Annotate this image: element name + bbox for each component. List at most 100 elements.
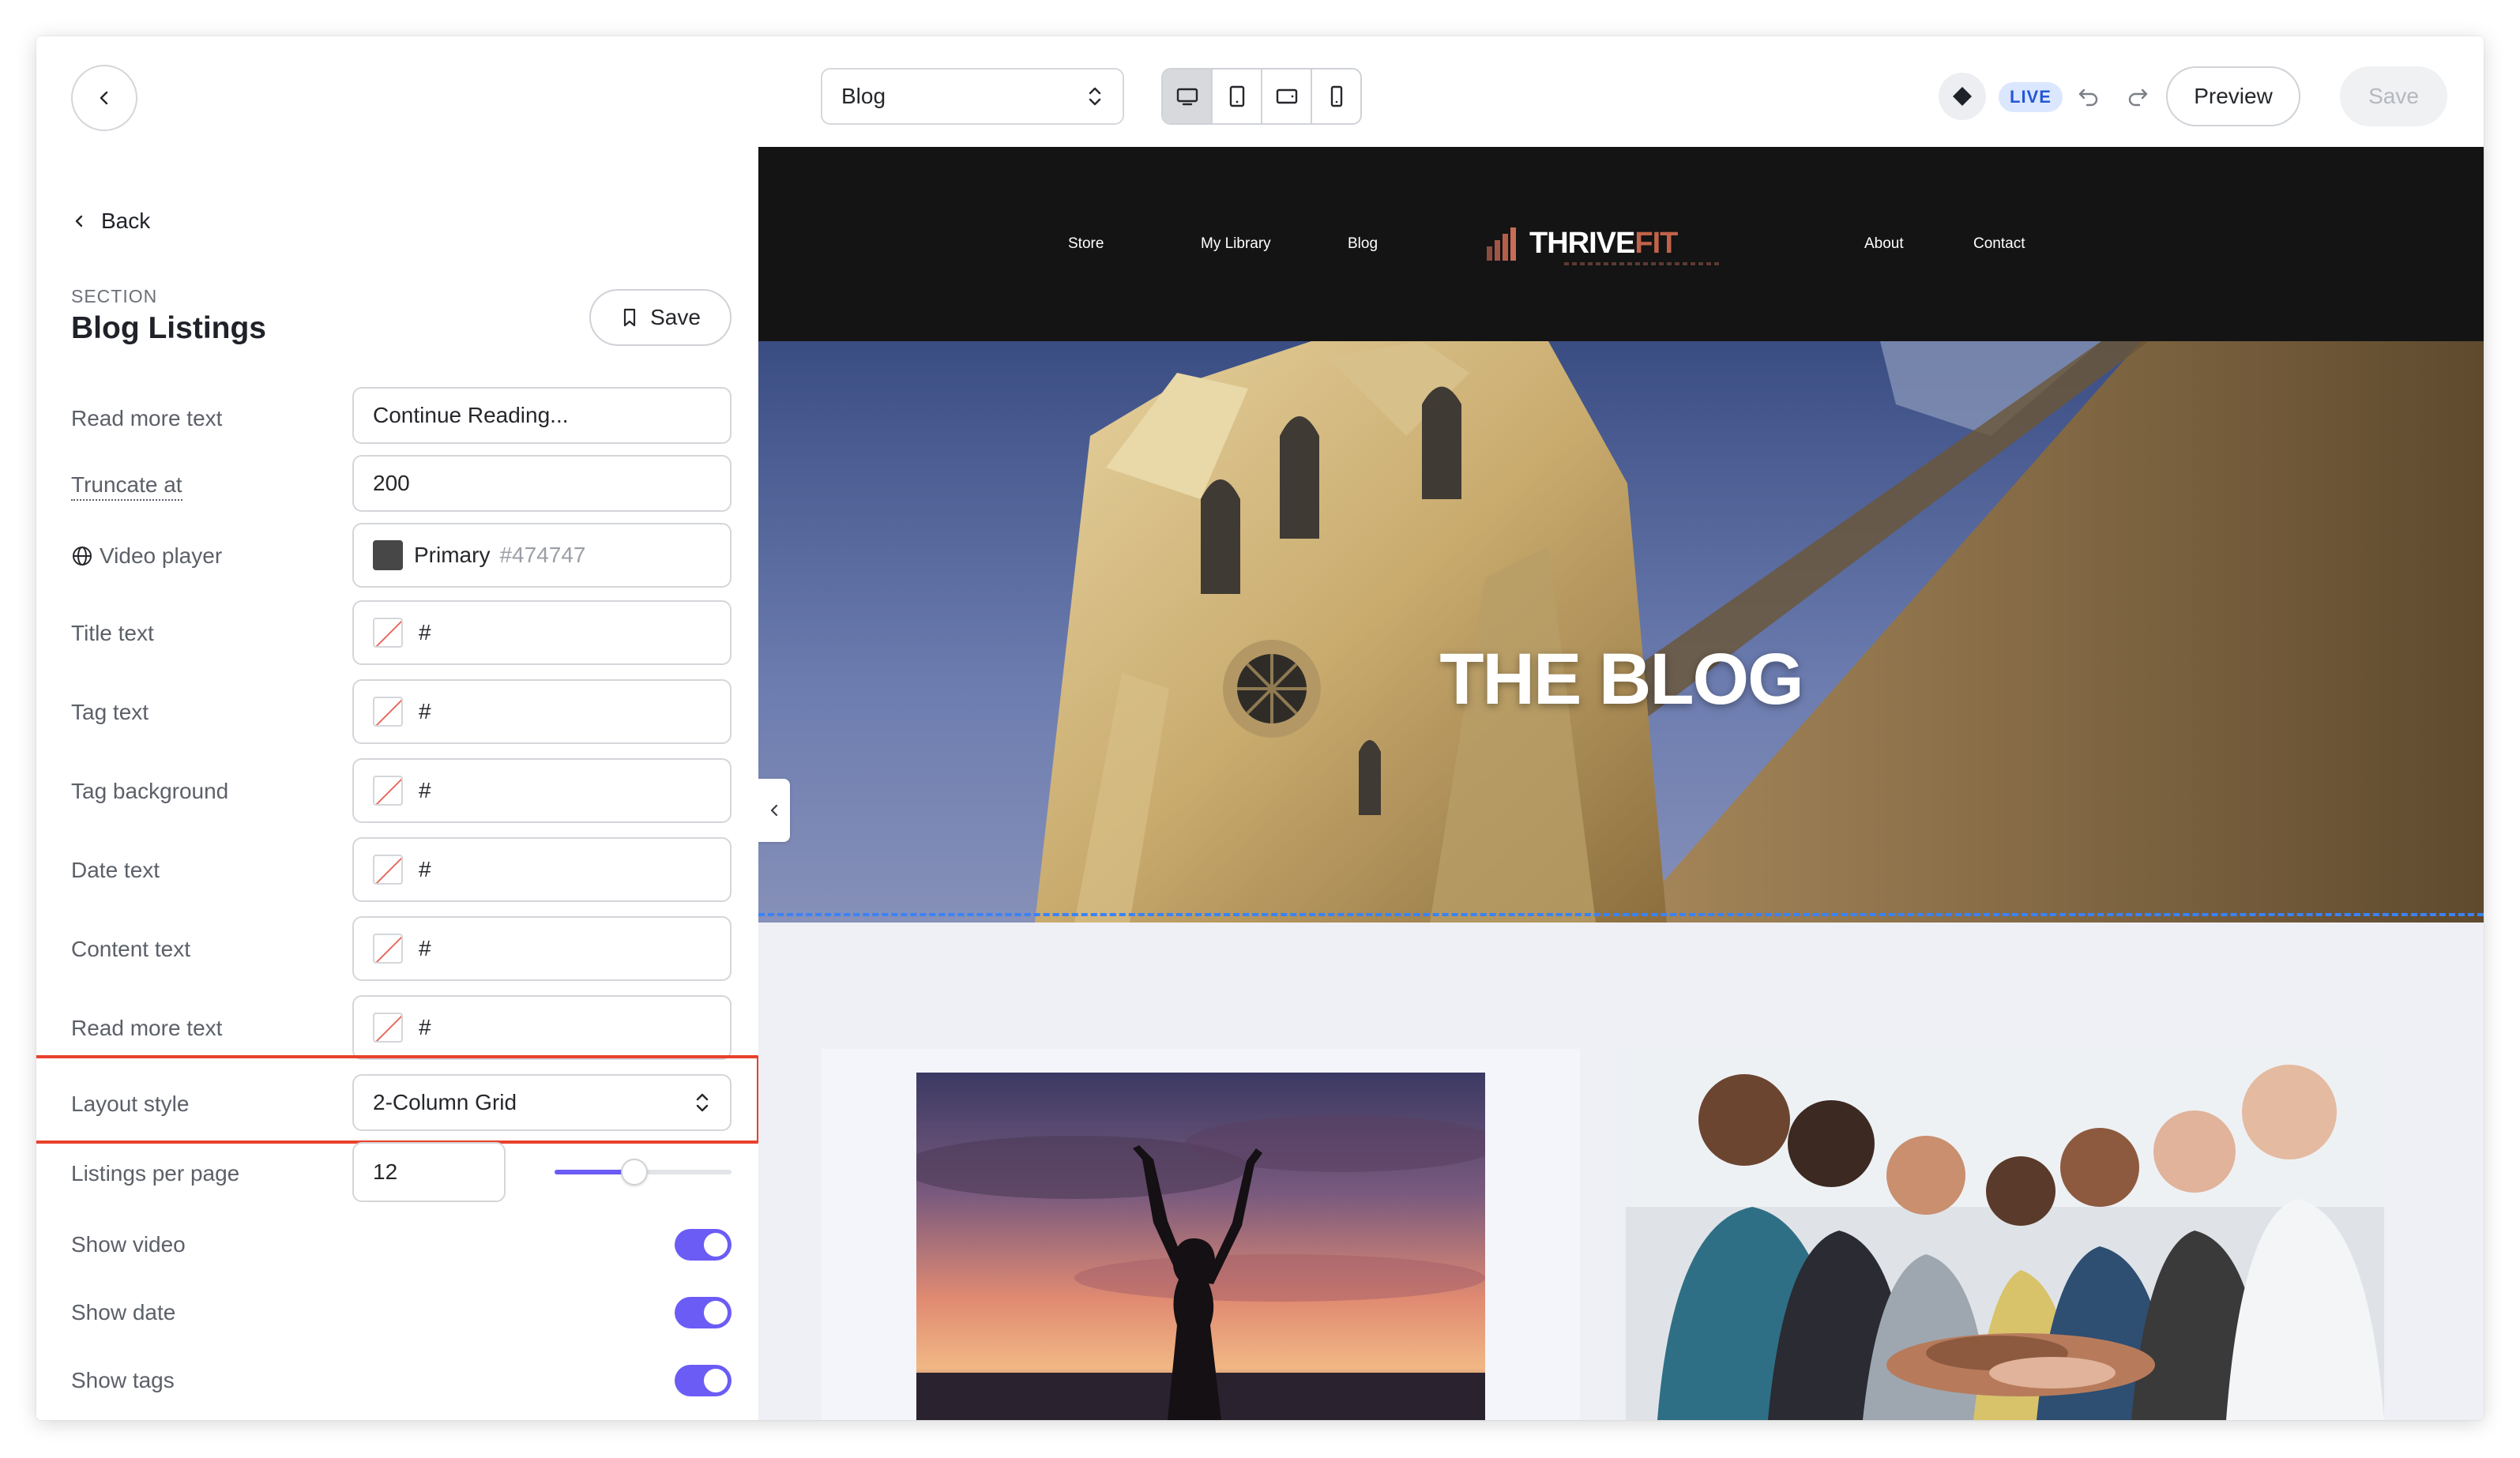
truncate-at-input[interactable]: 200	[352, 455, 732, 512]
chevron-left-icon	[100, 91, 108, 105]
date-text-color-picker[interactable]: #	[352, 837, 732, 902]
layout-style-select[interactable]: 2-Column Grid	[352, 1074, 732, 1131]
title-text-label: Title text	[71, 621, 154, 645]
show-tags-toggle[interactable]	[675, 1365, 732, 1396]
page-select[interactable]: Blog	[821, 68, 1124, 125]
device-tablet-button[interactable]	[1213, 70, 1262, 123]
video-player-label: Video player	[100, 543, 223, 568]
blog-card[interactable]	[1626, 1049, 2384, 1420]
chevron-left-icon	[770, 804, 778, 817]
save-button[interactable]: Save	[2340, 66, 2447, 126]
nav-contact[interactable]: Contact	[1973, 235, 2025, 253]
slider-thumb[interactable]	[620, 1159, 648, 1186]
blog-card-image	[916, 1073, 1485, 1420]
settings-panel: Back SECTION Blog Listings Save Read mor…	[36, 147, 760, 1420]
page-select-value: Blog	[841, 84, 886, 108]
tag-text-label: Tag text	[71, 700, 149, 724]
collapse-panel-button[interactable]	[758, 779, 790, 842]
empty-swatch-icon	[373, 776, 403, 806]
diamond-icon	[1953, 87, 1972, 106]
color-swatch	[373, 540, 403, 570]
app-window: Blog LIVE Preview Save Back SECTION Blog…	[36, 36, 2484, 1420]
content-text-color-picker[interactable]: #	[352, 916, 732, 981]
device-desktop-button[interactable]	[1163, 70, 1213, 123]
show-tags-label: Show tags	[71, 1368, 175, 1392]
globe-icon	[73, 547, 92, 566]
video-player-color-picker[interactable]: Primary #474747	[352, 523, 732, 588]
bars-logo-icon	[1487, 227, 1516, 261]
updown-caret-icon	[1086, 85, 1104, 108]
section-boundary-indicator	[758, 913, 2484, 916]
save-section-button[interactable]: Save	[589, 289, 732, 346]
truncate-at-value: 200	[373, 471, 410, 495]
show-date-label: Show date	[71, 1300, 176, 1325]
read-more-color-label: Read more text	[71, 1016, 223, 1040]
video-player-color-hex: #474747	[499, 543, 586, 567]
listings-per-page-slider[interactable]	[555, 1159, 732, 1186]
undo-button[interactable]	[2076, 84, 2101, 113]
nav-store[interactable]: Store	[1068, 235, 1104, 253]
empty-swatch-icon	[373, 1013, 403, 1043]
nav-about[interactable]: About	[1864, 235, 1904, 253]
read-more-text-value: Continue Reading...	[373, 403, 569, 427]
truncate-at-label[interactable]: Truncate at	[71, 472, 182, 501]
logo-main-text: THRIVE	[1529, 226, 1635, 260]
date-text-label: Date text	[71, 858, 160, 882]
show-video-toggle[interactable]	[675, 1229, 732, 1261]
site-header: Store My Library Blog THRIVEFIT About Co…	[758, 147, 2484, 341]
video-player-color-name: Primary	[414, 543, 491, 567]
content-text-value: #	[419, 936, 431, 960]
logo-accent-text: FIT	[1634, 226, 1678, 260]
back-label: Back	[101, 209, 151, 233]
bookmark-icon	[623, 308, 636, 327]
layout-style-label: Layout style	[71, 1092, 190, 1116]
show-date-toggle[interactable]	[675, 1297, 732, 1328]
read-more-text-label: Read more text	[71, 406, 223, 430]
title-text-color-picker[interactable]: #	[352, 600, 732, 665]
save-section-label: Save	[650, 305, 701, 329]
hero-title: THE BLOG	[1439, 639, 1803, 720]
tablet-icon	[1229, 85, 1244, 107]
exit-button[interactable]	[71, 65, 137, 131]
tag-text-value: #	[419, 699, 431, 723]
ai-assistant-button[interactable]	[1939, 73, 1986, 120]
tag-background-value: #	[419, 778, 431, 802]
redo-button[interactable]	[2125, 84, 2150, 113]
updown-caret-icon	[694, 1091, 711, 1114]
blog-card[interactable]	[822, 1049, 1580, 1420]
logo-tagline-decoration	[1564, 262, 1722, 265]
device-tablet-landscape-button[interactable]	[1262, 70, 1312, 123]
read-more-color-value: #	[419, 1015, 431, 1039]
device-switcher	[1161, 68, 1362, 125]
tag-background-color-picker[interactable]: #	[352, 758, 732, 823]
back-link[interactable]: Back	[71, 209, 150, 234]
device-mobile-button[interactable]	[1312, 70, 1360, 123]
tag-background-label: Tag background	[71, 779, 229, 803]
section-title: Blog Listings	[71, 311, 266, 345]
cathedral-illustration	[1035, 341, 2484, 923]
section-label: SECTION	[71, 286, 158, 306]
blog-card-image	[1626, 1049, 2384, 1420]
top-bar: Blog LIVE Preview Save	[36, 36, 2484, 147]
listings-per-page-input[interactable]: 12	[352, 1142, 506, 1202]
empty-swatch-icon	[373, 855, 403, 885]
read-more-text-input[interactable]: Continue Reading...	[352, 387, 732, 444]
desktop-icon	[1176, 88, 1198, 106]
hero-image: THE BLOG	[758, 341, 2484, 923]
listings-per-page-label: Listings per page	[71, 1161, 240, 1186]
undo-icon	[2078, 88, 2098, 107]
site-preview: Store My Library Blog THRIVEFIT About Co…	[758, 147, 2484, 1420]
tag-text-color-picker[interactable]: #	[352, 679, 732, 744]
preview-button[interactable]: Preview	[2166, 66, 2300, 126]
redo-icon	[2128, 88, 2148, 107]
read-more-color-picker[interactable]: #	[352, 995, 732, 1060]
date-text-value: #	[419, 857, 431, 881]
logo-text: THRIVEFIT	[1529, 226, 1678, 261]
nav-my-library[interactable]: My Library	[1201, 235, 1271, 253]
empty-swatch-icon	[373, 697, 403, 727]
nav-blog[interactable]: Blog	[1348, 235, 1378, 253]
site-logo[interactable]: THRIVEFIT	[1485, 224, 1678, 262]
listings-per-page-value: 12	[373, 1159, 398, 1184]
empty-swatch-icon	[373, 934, 403, 964]
title-text-value: #	[419, 620, 431, 644]
